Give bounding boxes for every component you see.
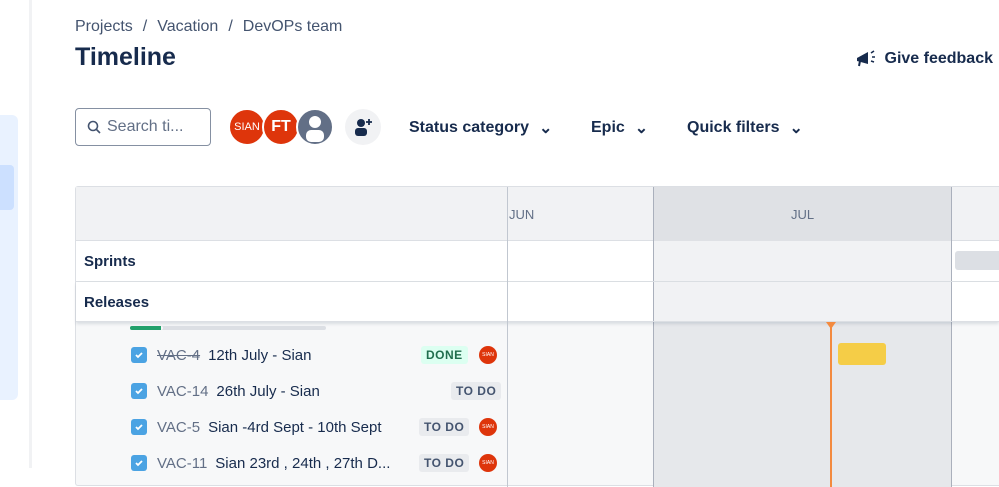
timeline-grid: JUN JUL Sprints Releases VAC-4 12th July…: [75, 186, 999, 487]
chevron-down-icon: ⌄: [634, 120, 649, 137]
month-label-jun: JUN: [509, 207, 535, 222]
issue-key[interactable]: VAC-4: [157, 347, 200, 364]
search-placeholder: Search ti...: [107, 118, 184, 135]
status-category-label: Status category: [409, 119, 530, 136]
breadcrumb-vacation[interactable]: Vacation: [157, 18, 218, 35]
issue-summary: Sian 23rd , 24th , 27th D...: [215, 454, 391, 472]
person-icon: [306, 116, 324, 142]
sprints-row: Sprints: [76, 241, 999, 282]
breadcrumb: Projects / Vacation / DevOPs team: [75, 18, 343, 35]
jul-release-cell: [653, 282, 952, 321]
breadcrumb-projects[interactable]: Projects: [75, 18, 133, 35]
issue-summary: 26th July - Sian: [216, 382, 320, 400]
status-lozenge: TO DO: [419, 454, 470, 472]
sprints-label: Sprints: [84, 253, 136, 270]
releases-row: Releases: [76, 282, 999, 322]
jul-sprint-cell: [653, 241, 952, 281]
sidebar-panel: [0, 115, 18, 400]
quick-filters-label: Quick filters: [687, 119, 780, 136]
avatar-ft[interactable]: FT: [262, 108, 300, 146]
page-title: Timeline: [75, 43, 176, 71]
assignee-avatar[interactable]: SIAN: [479, 418, 497, 436]
search-input[interactable]: Search ti...: [75, 108, 211, 146]
today-marker: [830, 323, 832, 487]
progress-fill: [130, 326, 164, 330]
issue-key[interactable]: VAC-11: [157, 455, 207, 472]
sprint-bar[interactable]: [955, 251, 999, 270]
issue-row[interactable]: VAC-14 26th July - Sian: [131, 373, 501, 409]
give-feedback-button[interactable]: Give feedback: [855, 49, 994, 69]
add-people-button[interactable]: [345, 109, 381, 145]
chevron-down-icon: ⌄: [539, 120, 553, 137]
status-lozenge: TO DO: [419, 418, 470, 436]
sidebar-resize-handle[interactable]: [29, 0, 32, 468]
assignee-avatar[interactable]: SIAN: [479, 454, 497, 472]
issue-summary: Sian -4rd Sept - 10th Sept: [208, 418, 382, 436]
task-type-icon: [131, 383, 147, 399]
today-marker-head: [826, 322, 836, 329]
assignee-avatar[interactable]: SIAN: [479, 346, 497, 364]
sidebar-selected-item[interactable]: [0, 165, 14, 210]
add-person-icon: [355, 119, 372, 136]
issue-key[interactable]: VAC-14: [157, 383, 208, 400]
task-type-icon: [131, 419, 147, 435]
megaphone-icon: [856, 50, 875, 67]
search-icon: [87, 120, 101, 134]
give-feedback-label: Give feedback: [884, 50, 994, 67]
chevron-down-icon: ⌄: [789, 120, 803, 137]
quick-filters[interactable]: Quick filters ⌄: [687, 118, 803, 138]
releases-label: Releases: [84, 294, 150, 311]
avatar-sian[interactable]: SIAN: [228, 108, 266, 146]
epic-label: Epic: [591, 119, 625, 136]
month-label-jul: JUL: [791, 207, 815, 222]
task-type-icon: [131, 455, 147, 471]
issue-key[interactable]: VAC-5: [157, 419, 200, 436]
list-divider[interactable]: [507, 187, 508, 487]
avatar-unassigned[interactable]: [296, 108, 334, 146]
progress-bar: [130, 326, 326, 330]
issue-summary: 12th July - Sian: [208, 346, 312, 364]
status-lozenge: TO DO: [451, 382, 502, 400]
epic-filter[interactable]: Epic ⌄: [591, 118, 648, 138]
task-type-icon: [131, 347, 147, 363]
status-category-filter[interactable]: Status category ⌄: [409, 118, 552, 138]
status-lozenge: DONE: [421, 346, 468, 364]
issue-bar-vac-4[interactable]: [838, 343, 886, 365]
breadcrumb-devops-team[interactable]: DevOPs team: [243, 18, 343, 35]
